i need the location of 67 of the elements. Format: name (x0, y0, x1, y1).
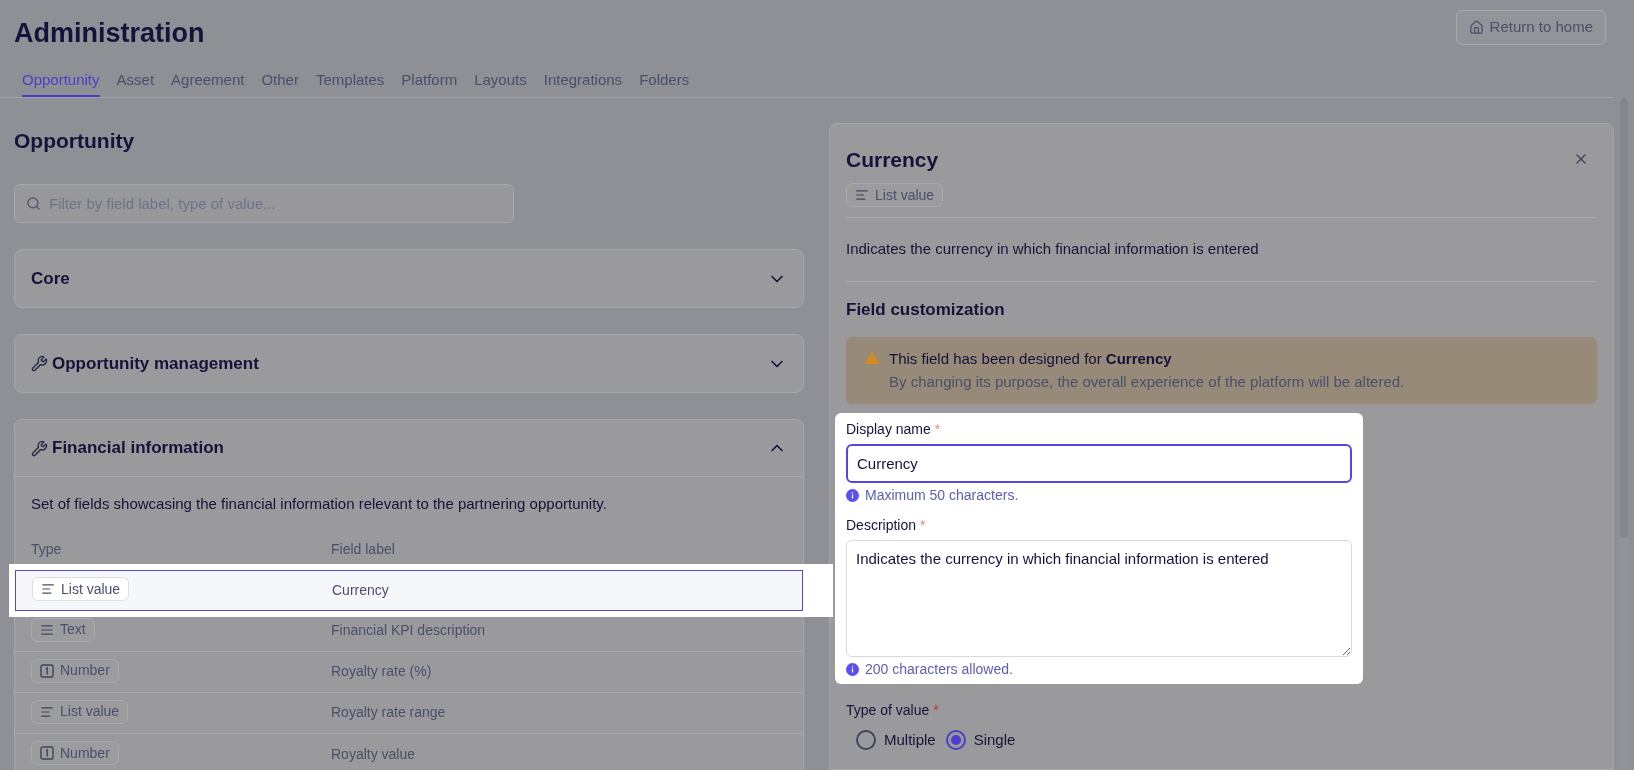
info-icon (846, 488, 859, 502)
number-icon (40, 746, 54, 760)
field-row[interactable]: Number Royalty value (15, 733, 803, 770)
field-label: Type of value * (846, 702, 939, 718)
tab[interactable]: Opportunity (22, 66, 100, 97)
list-icon (855, 188, 869, 202)
field-label: Description * (846, 516, 927, 534)
type-badge: Number (31, 741, 119, 765)
list-icon (40, 704, 54, 719)
column-header: Type (31, 540, 63, 559)
field-row[interactable]: Number Royalty rate (%) (15, 651, 803, 693)
radio-button[interactable] (856, 730, 876, 751)
section-description: Set of fields showcasing the financial information relevant to the partnering opportunity. (30, 494, 608, 514)
required-mark: * (933, 702, 939, 718)
tab[interactable]: Asset (116, 66, 155, 97)
info-icon (846, 662, 859, 676)
field-label: Currency (332, 580, 390, 600)
tab[interactable]: Other (261, 66, 299, 97)
tab[interactable]: Folders (639, 66, 690, 97)
return-home-button[interactable]: Return to home (1455, 10, 1606, 45)
required-mark: * (920, 517, 926, 533)
section-heading: Field customization (846, 298, 1006, 321)
radio-button[interactable] (945, 730, 966, 751)
radio-option[interactable]: Single (945, 729, 1016, 752)
field-row[interactable]: List value Royalty rate range (15, 692, 803, 734)
warning-text: By changing its purpose, the overall experience of the platform will be altered. (889, 371, 1405, 392)
page-title: Opportunity (14, 127, 136, 154)
tab[interactable]: Integrations (543, 66, 623, 97)
section-title: Opportunity management (52, 352, 259, 375)
field-label: Royalty value (331, 744, 417, 764)
required-mark: * (934, 421, 941, 437)
list-icon (41, 582, 55, 596)
number-icon (40, 663, 54, 678)
search-icon (26, 196, 41, 211)
text-lines-icon (40, 622, 54, 637)
radio-option[interactable]: Multiple (856, 729, 936, 752)
field-label: Display name * (846, 420, 942, 438)
type-badge: Number (31, 658, 119, 683)
column-header: Field label (331, 540, 396, 559)
panel-title: Currency (846, 146, 939, 173)
warning-title: This field has been designed for Currency (889, 349, 1173, 369)
tab[interactable]: Layouts (474, 66, 527, 97)
type-badge: Text (31, 617, 95, 642)
type-badge: List value (32, 577, 130, 601)
section-title: Financial information (52, 437, 224, 460)
field-row[interactable]: Text Financial KPI description (15, 610, 803, 652)
section-header[interactable]: Financial information (15, 420, 803, 477)
hint-text: 200 characters allowed. (865, 659, 1013, 679)
field-label: Financial KPI description (331, 621, 487, 640)
tab[interactable]: Platform (401, 66, 458, 97)
warning-icon (863, 349, 881, 367)
section-header[interactable]: Opportunity management (15, 335, 803, 392)
page-header-title: Administration (14, 17, 205, 50)
home-icon (1468, 20, 1484, 35)
hint-text: Maximum 50 characters. (865, 485, 1019, 505)
field-row[interactable]: List value Currency (15, 569, 803, 611)
field-label: Royalty rate (%) (331, 662, 433, 681)
type-badge: List value (31, 699, 129, 724)
field-label: Royalty rate range (331, 703, 447, 722)
description-textarea[interactable]: Indicates the currency in which financial information is entered (846, 540, 1352, 657)
section-title: Core (31, 267, 70, 290)
type-badge: List value (846, 183, 944, 207)
section-header[interactable]: Core (15, 250, 803, 307)
display-name-input[interactable]: Currency (846, 444, 1352, 483)
panel-description: Indicates the currency in which financial information is entered (846, 218, 1597, 282)
tab[interactable]: Templates (315, 66, 385, 97)
tab[interactable]: Agreement (171, 66, 245, 97)
